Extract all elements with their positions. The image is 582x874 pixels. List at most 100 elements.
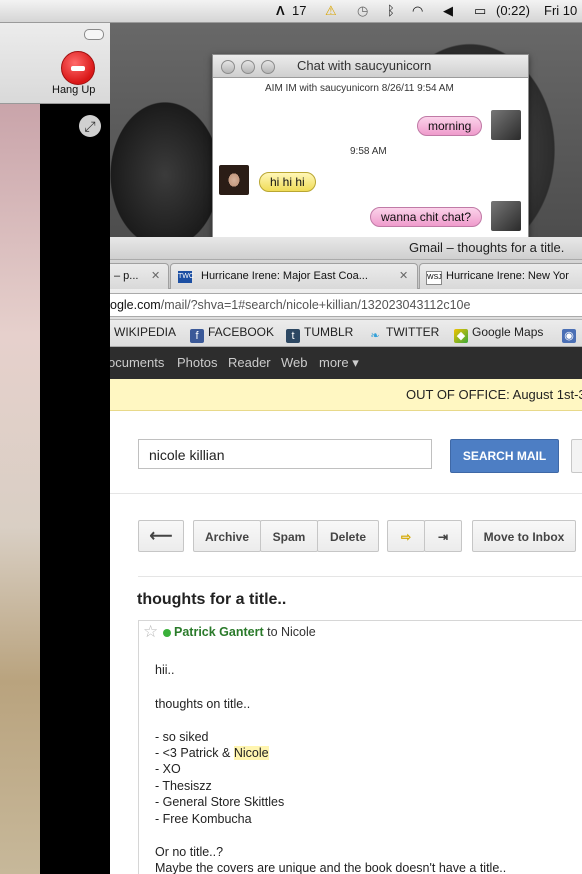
google-bar: ocuments Photos Reader Web more ▾ [110, 347, 582, 379]
star-icon[interactable]: ☆ [143, 622, 158, 642]
bookmark-wikipedia[interactable]: WIKIPEDIA [114, 325, 176, 339]
volume-icon[interactable]: ◀︎ [443, 2, 453, 20]
browser-titlebar: Gmail – thoughts for a title. [110, 237, 582, 260]
hang-up-button[interactable] [61, 51, 95, 85]
adobe-count: 17 [292, 3, 307, 18]
chat-window: Chat with saucyunicorn AIM IM with saucy… [212, 54, 529, 238]
chat-message: wanna chit chat? [370, 207, 483, 227]
body-line: hii.. [155, 663, 175, 677]
adobe-icon[interactable]: Ʌ [276, 2, 285, 20]
body-line: - Thesiszz [155, 779, 212, 793]
divider [138, 576, 582, 577]
bookmarks-bar: WIKIPEDIA f FACEBOOK t TUMBLR ❧ TWITTER ◆ Go… [110, 320, 582, 347]
google-bar-web[interactable]: Web [281, 355, 308, 370]
url-path: /mail/?shva=1#search/nicole+killian/1320… [160, 298, 471, 312]
tumblr-icon: t [286, 329, 300, 343]
menubar-clock[interactable]: Fri 10 [544, 2, 577, 20]
bookmark-label: TWITTER [386, 325, 440, 339]
tab-hurricane-twc[interactable]: TWC Hurricane Irene: Major East Coa... ✕ [170, 263, 418, 289]
close-tab-icon[interactable]: ✕ [399, 264, 408, 289]
body-line: Maybe the covers are unique and the book… [155, 861, 507, 874]
bookmark-label: WIKIPEDIA [114, 325, 177, 339]
back-to-results-button[interactable]: ⟵ [138, 520, 184, 552]
bookmark-facebook[interactable]: f FACEBOOK [190, 325, 274, 343]
chat-session-info: AIM IM with saucyunicorn 8/26/11 9:54 AM [265, 83, 454, 94]
google-bar-documents[interactable]: ocuments [110, 355, 164, 370]
zoom-window-button[interactable] [261, 60, 275, 74]
label-important-button[interactable]: ⇨ [387, 520, 425, 552]
browser-window-title: Gmail – thoughts for a title. [409, 240, 565, 255]
delete-button[interactable]: Delete [317, 520, 379, 552]
battery-icon[interactable]: ▭ [474, 2, 486, 20]
recipient-text: to Nicole [267, 625, 316, 639]
twc-icon: TWC [178, 271, 194, 283]
highlighted-search-term: Nicole [233, 746, 269, 760]
move-to-inbox-button[interactable]: Move to Inbox [472, 520, 576, 552]
body-line: Or no title..? [155, 845, 224, 859]
google-maps-icon: ◆ [454, 329, 468, 343]
rss-icon[interactable]: ◉ [562, 325, 580, 343]
twitter-icon: ❧ [370, 330, 380, 342]
buddy-avatar [219, 165, 249, 195]
browser-window: Gmail – thoughts for a title. – p... ✕ T… [110, 237, 582, 874]
tab-label: – p... [114, 270, 139, 282]
wifi-icon[interactable]: ◠ [412, 2, 423, 20]
search-mail-button[interactable]: SEARCH MAIL [450, 439, 559, 473]
bookmark-label: TUMBLR [304, 325, 354, 339]
labels-button[interactable]: ⇥ [424, 520, 462, 552]
bookmark-tumblr[interactable]: t TUMBLR [286, 325, 353, 343]
toolbar-toggle-button[interactable] [84, 29, 104, 40]
feed-icon: ◉ [562, 329, 576, 343]
email-message: ☆ Patrick Gantert to Nicole hii.. though… [138, 620, 582, 874]
body-line: - <3 Patrick & Nicole [155, 746, 269, 760]
label-icon: ⇥ [437, 530, 449, 544]
bookmark-google-maps[interactable]: ◆ Google Maps [454, 325, 543, 343]
bookmark-twitter[interactable]: ❧ TWITTER [368, 325, 439, 343]
archive-button[interactable]: Archive [193, 520, 261, 552]
self-avatar [491, 201, 521, 231]
bluetooth-icon[interactable]: ᛒ [387, 2, 395, 20]
tab-gmail[interactable]: – p... ✕ [110, 263, 169, 289]
sender-name[interactable]: Patrick Gantert [174, 625, 264, 639]
divider [110, 493, 582, 494]
wsj-icon: WSJ [426, 271, 442, 285]
email-sender-line: Patrick Gantert to Nicole [174, 625, 316, 639]
hang-up-label: Hang Up [52, 84, 96, 96]
body-line: - General Store Skittles [155, 795, 285, 809]
google-bar-reader[interactable]: Reader [228, 355, 271, 370]
tab-hurricane-wsj[interactable]: WSJ Hurricane Irene: New Yor [419, 263, 582, 289]
out-of-office-text: OUT OF OFFICE: August 1st-3 [406, 387, 582, 402]
google-bar-more[interactable]: more ▾ [319, 355, 359, 371]
battery-time: (0:22) [496, 3, 530, 18]
body-text: - <3 Patrick & [155, 746, 234, 760]
body-line: - Free Kombucha [155, 812, 252, 826]
url-domain: ogle.com [110, 298, 161, 312]
close-window-button[interactable] [221, 60, 235, 74]
chat-window-title: Chat with saucyunicorn [297, 58, 432, 73]
url-field[interactable]: ogle.com/mail/?shva=1#search/nicole+kill… [110, 293, 582, 317]
facebook-icon: f [190, 329, 204, 343]
time-machine-icon[interactable]: ◷ [357, 2, 368, 20]
phone-icon [71, 66, 85, 71]
mail-search-input[interactable]: nicole killian [138, 439, 432, 469]
remote-video-feed [0, 104, 40, 874]
important-icon: ⇨ [400, 530, 412, 544]
online-status-icon [163, 629, 171, 637]
warning-icon[interactable]: ⚠ [325, 2, 337, 20]
chat-timestamp: 9:58 AM [350, 146, 387, 157]
body-line: - so siked [155, 730, 209, 744]
chat-message: hi hi hi [259, 172, 316, 192]
fullscreen-expand-icon[interactable]: ⤢ [79, 115, 101, 137]
tab-label: Hurricane Irene: New Yor [446, 270, 569, 282]
search-options-button[interactable] [571, 439, 582, 473]
google-bar-photos[interactable]: Photos [177, 355, 217, 370]
chat-message: morning [417, 116, 483, 136]
body-line: thoughts on title.. [155, 697, 251, 711]
self-avatar [491, 110, 521, 140]
minimize-window-button[interactable] [241, 60, 255, 74]
out-of-office-banner: OUT OF OFFICE: August 1st-3 [110, 379, 582, 411]
spam-button[interactable]: Spam [260, 520, 318, 552]
bookmark-label: Google Maps [472, 325, 544, 339]
close-tab-icon[interactable]: ✕ [151, 264, 160, 289]
chat-titlebar: Chat with saucyunicorn [213, 55, 528, 78]
